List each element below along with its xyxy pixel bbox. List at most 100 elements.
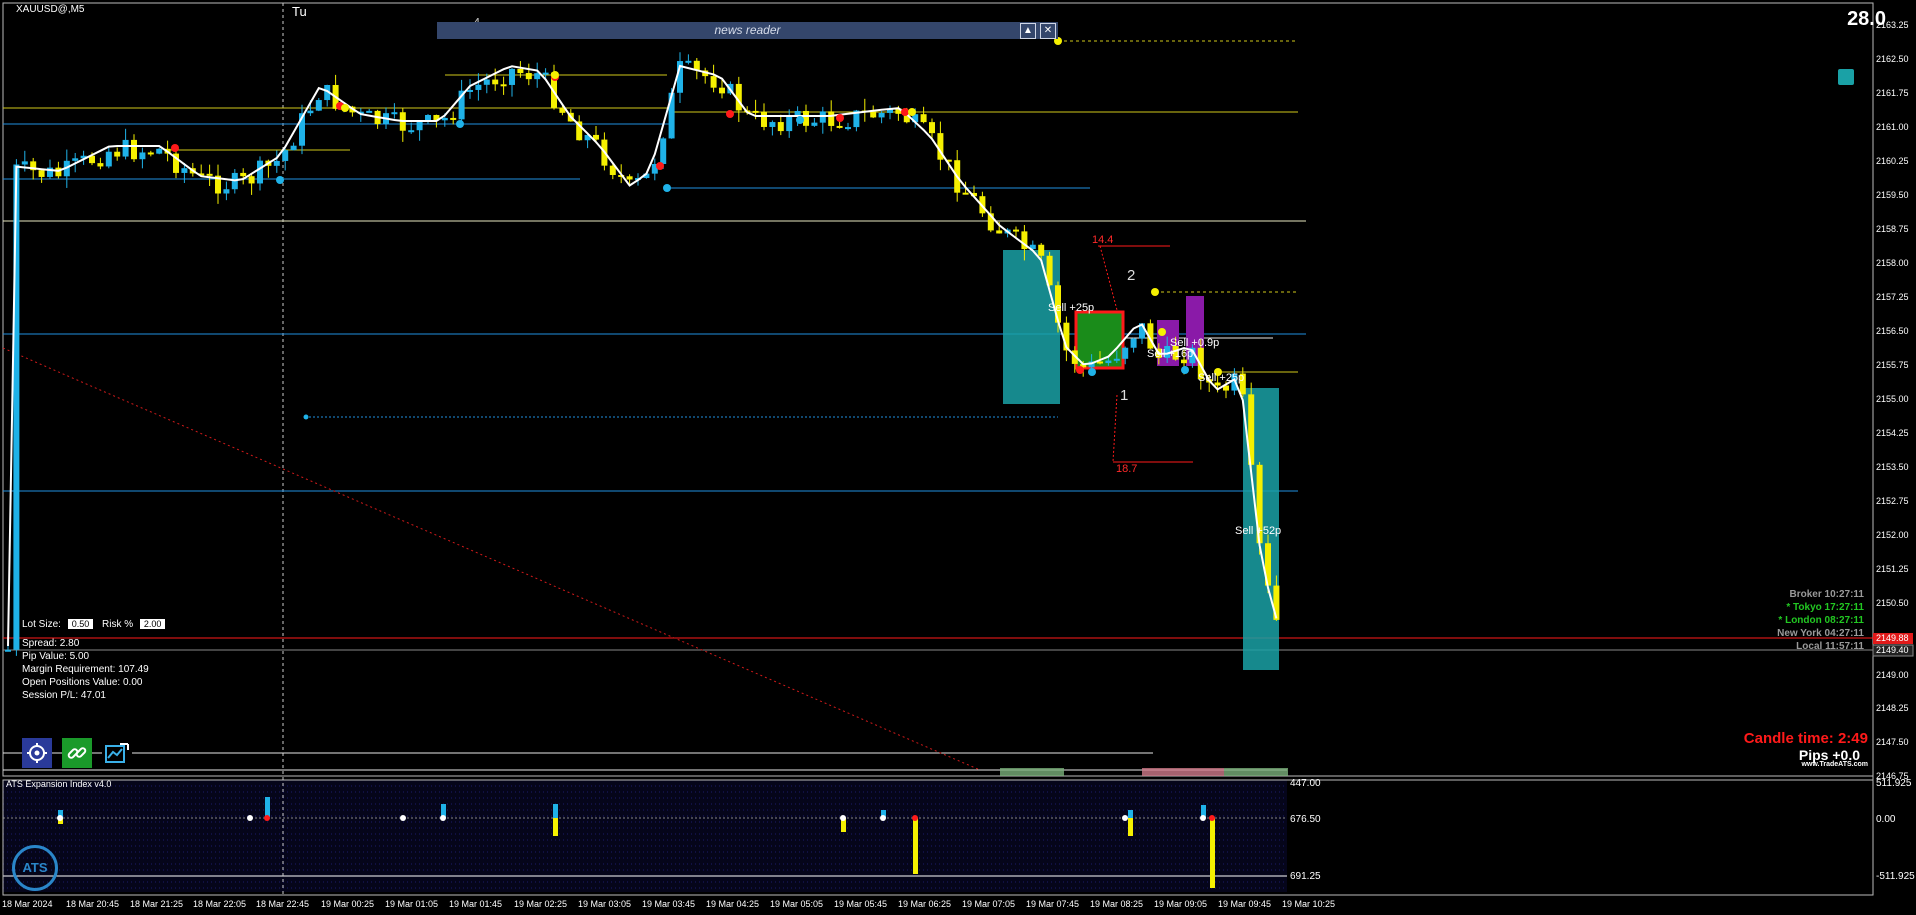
teal-indicator-square[interactable] bbox=[1838, 69, 1854, 85]
price-axis-label: 2157.25 bbox=[1876, 292, 1909, 302]
candle-body bbox=[139, 152, 146, 160]
candle-body bbox=[509, 68, 515, 85]
candle-body bbox=[97, 163, 104, 167]
indicator-level-label: 447.00 bbox=[1290, 778, 1321, 789]
price-axis-label: 2156.50 bbox=[1876, 326, 1909, 336]
indicator-bar bbox=[265, 797, 270, 817]
candle-body bbox=[920, 114, 927, 123]
candle-body bbox=[391, 112, 398, 115]
signal-dot bbox=[1151, 288, 1159, 296]
indicator-background bbox=[3, 780, 1287, 892]
risk-input[interactable]: 2.00 bbox=[139, 619, 166, 630]
indicator-dot bbox=[247, 815, 253, 821]
candle-body bbox=[1130, 338, 1137, 348]
fib-connector-bottom bbox=[1112, 394, 1118, 463]
website-label: www.TradeATS.com bbox=[1801, 761, 1868, 768]
price-axis-label: 2161.00 bbox=[1876, 122, 1909, 132]
price-axis-label: 2147.50 bbox=[1876, 737, 1909, 747]
close-icon[interactable]: ✕ bbox=[1040, 23, 1056, 39]
candle-body bbox=[223, 189, 230, 194]
candle-body bbox=[1013, 229, 1019, 232]
candle-body bbox=[315, 100, 322, 111]
indicator-dot bbox=[1200, 815, 1206, 821]
target-icon[interactable] bbox=[22, 738, 52, 768]
time-axis-label: 19 Mar 07:45 bbox=[1026, 899, 1080, 909]
candle-body bbox=[845, 127, 851, 130]
candle-body bbox=[450, 117, 457, 120]
candle-body bbox=[811, 122, 818, 126]
candle-body bbox=[366, 110, 373, 113]
candle-body bbox=[870, 111, 877, 118]
candle-body bbox=[996, 230, 1003, 234]
chart-export-icon[interactable] bbox=[102, 738, 132, 768]
time-axis-label: 19 Mar 05:45 bbox=[834, 899, 888, 909]
candle-body bbox=[542, 72, 549, 75]
time-axis-label: 18 Mar 2024 bbox=[2, 899, 53, 909]
candle-body bbox=[181, 168, 188, 173]
time-axis-label: 19 Mar 01:45 bbox=[449, 899, 503, 909]
candle-body bbox=[777, 122, 784, 132]
candle-body bbox=[803, 110, 809, 126]
price-axis-label: 2153.50 bbox=[1876, 462, 1909, 472]
indicator-dot bbox=[57, 815, 63, 821]
candle-body bbox=[517, 68, 524, 74]
session-clock-1: * Tokyo 17:27:11 bbox=[1786, 602, 1864, 613]
price-axis-label: 2155.00 bbox=[1876, 394, 1909, 404]
time-axis-label: 19 Mar 03:45 bbox=[642, 899, 696, 909]
signal-dot bbox=[341, 104, 349, 112]
indicator-bar bbox=[553, 804, 558, 818]
pip-value-text: Pip Value: 5.00 bbox=[22, 651, 90, 662]
candle-body bbox=[962, 192, 969, 195]
price-axis-label: 2155.75 bbox=[1876, 360, 1909, 370]
signal-dot bbox=[276, 176, 284, 184]
session-clock-4: Local 11:57:11 bbox=[1796, 641, 1864, 652]
time-axis-label: 19 Mar 01:05 bbox=[385, 899, 439, 909]
signal-dot bbox=[1181, 366, 1189, 374]
price-axis-label: 2158.00 bbox=[1876, 258, 1909, 268]
signal-dot bbox=[901, 108, 909, 116]
level-anchor-dot bbox=[303, 414, 309, 420]
sell-label-2: Sell +16p bbox=[1147, 348, 1193, 360]
candle-body bbox=[828, 111, 835, 126]
price-axis-label: 2152.00 bbox=[1876, 530, 1909, 540]
indicator-level-label: 676.50 bbox=[1290, 814, 1321, 825]
signal-dot bbox=[656, 162, 664, 170]
bid-price-label: 2149.88 bbox=[1876, 633, 1909, 643]
chart-canvas[interactable]: Sell +25p Sell +16p Sell +25p Sell +52p … bbox=[0, 0, 1916, 915]
price-axis-label: 2158.75 bbox=[1876, 224, 1909, 234]
link-icon[interactable] bbox=[62, 738, 92, 768]
time-axis-label: 19 Mar 06:25 bbox=[898, 899, 952, 909]
indicator-dot-red bbox=[912, 815, 918, 821]
indicator-bar bbox=[1128, 810, 1133, 818]
candle-body bbox=[929, 122, 935, 134]
open-positions-text: Open Positions Value: 0.00 bbox=[22, 677, 143, 688]
time-axis-label: 19 Mar 07:05 bbox=[962, 899, 1016, 909]
candle-body bbox=[240, 172, 247, 177]
candle-body bbox=[719, 87, 725, 94]
current-price-label: 2149.40 bbox=[1876, 645, 1909, 655]
signal-dot bbox=[1088, 368, 1096, 376]
session-clock-2: * London 08:27:11 bbox=[1778, 615, 1864, 626]
time-axis-label: 19 Mar 08:25 bbox=[1090, 899, 1144, 909]
price-axis-label: 2151.25 bbox=[1876, 564, 1909, 574]
indicator-bar bbox=[1210, 818, 1215, 888]
lot-size-input[interactable]: 0.50 bbox=[67, 619, 94, 630]
candle-body bbox=[878, 112, 885, 118]
news-reader-bar[interactable]: news reader ▲ ✕ bbox=[437, 22, 1058, 39]
time-axis-label: 19 Mar 00:25 bbox=[321, 899, 375, 909]
ats-logo: ATS bbox=[12, 845, 58, 891]
candle-body bbox=[206, 173, 213, 176]
candle-body bbox=[492, 79, 499, 85]
collapse-up-icon[interactable]: ▲ bbox=[1020, 23, 1036, 39]
session-pl-text: Session P/L: 47.01 bbox=[22, 690, 106, 701]
price-axis-label: 2154.25 bbox=[1876, 428, 1909, 438]
fib-label-bottom: 18.7 bbox=[1116, 463, 1137, 475]
signal-dot bbox=[171, 144, 179, 152]
candle-body bbox=[836, 125, 843, 128]
candle-body bbox=[114, 151, 121, 157]
time-axis-label: 19 Mar 09:05 bbox=[1154, 899, 1208, 909]
candle-body bbox=[72, 158, 79, 161]
price-axis-label: 2161.75 bbox=[1876, 88, 1909, 98]
time-axis-label: 19 Mar 04:25 bbox=[706, 899, 760, 909]
session-clock-3: New York 04:27:11 bbox=[1777, 628, 1864, 639]
